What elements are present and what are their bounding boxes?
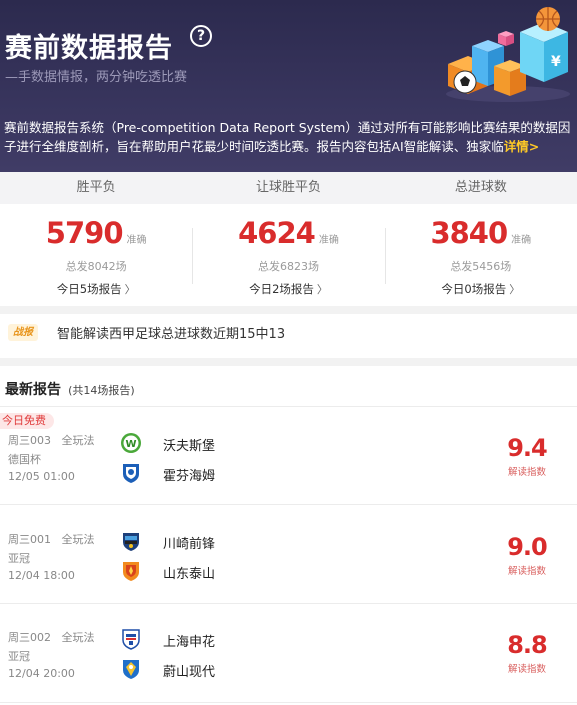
today-report-link[interactable]: 今日0场报告〉	[385, 281, 577, 297]
stat-total: 总发6823场	[257, 260, 319, 273]
stat-label-handicap: 让球胜平负	[255, 180, 321, 195]
away-team-name: 蔚山现代	[163, 665, 216, 680]
match-code-line: 周三003 全玩法	[8, 432, 95, 448]
hoffenheim-logo-icon	[123, 464, 139, 483]
match-play-type: 全玩法	[61, 434, 95, 447]
stat-column-total-goals: 3840 准确 总发5456场 今日0场报告〉	[384, 204, 577, 306]
stat-unit: 准确	[126, 235, 147, 246]
report-description: 赛前数据报告系统（Pre-competition Data Report Sys…	[4, 118, 574, 158]
page-title: 赛前数据报告	[5, 33, 173, 64]
away-team-name: 霍芬海姆	[163, 469, 216, 484]
home-team-name: 沃夫斯堡	[163, 439, 216, 454]
svg-text:¥: ¥	[551, 54, 561, 70]
data-cubes-illustration-icon: ¥	[446, 7, 570, 102]
home-team-name: 川崎前锋	[163, 537, 216, 552]
match-league: 德国杯	[8, 453, 41, 466]
match-code-line: 周三002 全玩法	[8, 629, 95, 645]
today-report-label: 今日5场报告	[56, 282, 122, 296]
news-text[interactable]: 智能解读西甲足球总进球数近期15中13	[57, 323, 285, 342]
match-card[interactable]: 今日免费 周三003 全玩法 德国杯 12/05 01:00 W 沃夫斯堡 霍芬…	[0, 407, 577, 505]
match-code: 周三001	[8, 533, 51, 546]
help-icon[interactable]: ?	[190, 25, 212, 47]
match-code-line: 周三001 全玩法	[8, 531, 95, 547]
home-team: 川崎前锋	[120, 530, 320, 554]
match-time: 12/04 20:00	[8, 667, 75, 680]
stats-panel: 5790 准确 总发8042场 今日5场报告〉 4624 准确 总发6823场 今日…	[0, 204, 577, 306]
home-team-name: 上海申花	[163, 635, 216, 650]
free-badge: 今日免费	[0, 413, 54, 429]
page-subtitle: —手数据情报，两分钟吃透比赛	[5, 70, 188, 85]
stat-value: 4624	[238, 216, 316, 250]
svg-text:W: W	[125, 439, 136, 450]
section-divider	[0, 358, 577, 366]
ulsan-logo-icon	[123, 660, 139, 679]
score-value: 9.4	[507, 434, 548, 462]
stat-unit: 准确	[318, 235, 339, 246]
wolfsburg-logo-icon: W	[121, 433, 141, 453]
match-code: 周三002	[8, 631, 51, 644]
match-code: 周三003	[8, 434, 51, 447]
latest-reports-count: (共14场报告)	[68, 384, 135, 397]
match-league: 亚冠	[8, 650, 30, 663]
match-league: 亚冠	[8, 552, 30, 565]
match-time: 12/04 18:00	[8, 569, 75, 582]
chevron-right-icon: 〉	[316, 283, 328, 296]
match-time: 12/05 01:00	[8, 470, 75, 483]
score-label: 解读指数	[507, 467, 546, 478]
match-play-type: 全玩法	[61, 533, 95, 546]
stat-unit: 准确	[511, 235, 532, 246]
stat-total: 总发5456场	[450, 260, 512, 273]
chevron-right-icon: 〉	[509, 283, 521, 296]
today-report-label: 今日0场报告	[441, 282, 507, 296]
stat-value: 5790	[45, 216, 124, 250]
description-text: 赛前数据报告系统（Pre-competition Data Report Sys…	[4, 120, 571, 154]
interpretation-score: 9.4 解读指数	[501, 434, 553, 478]
details-link[interactable]: 详情>	[504, 139, 539, 154]
stats-header: 胜平负 让球胜平负 总进球数	[0, 172, 577, 204]
latest-reports-header: 最新报告 (共14场报告)	[5, 379, 135, 399]
score-value: 9.0	[507, 533, 548, 561]
away-team: 霍芬海姆	[120, 462, 320, 486]
today-report-link[interactable]: 今日5场报告〉	[0, 281, 192, 297]
stat-label-total-goals: 总进球数	[454, 180, 507, 195]
match-play-type: 全玩法	[61, 631, 95, 644]
stat-column-wdl: 5790 准确 总发8042场 今日5场报告〉	[0, 204, 192, 306]
away-team-name: 山东泰山	[163, 567, 216, 582]
home-team: 上海申花	[120, 628, 320, 652]
score-label: 解读指数	[507, 664, 546, 675]
news-ticker[interactable]: 战报 智能解读西甲足球总进球数近期15中13	[0, 314, 577, 358]
stat-label-wdl: 胜平负	[76, 180, 116, 195]
shenhua-logo-icon	[122, 629, 140, 650]
stat-value: 3840	[430, 216, 508, 250]
away-team: 蔚山现代	[120, 658, 320, 682]
latest-reports-title: 最新报告	[5, 382, 61, 398]
today-report-link[interactable]: 今日2场报告〉	[192, 281, 384, 297]
interpretation-score: 9.0 解读指数	[501, 533, 553, 577]
report-header: 赛前数据报告 ? —手数据情报，两分钟吃透比赛 ¥ 赛前数据报告系统（Pre-c…	[0, 0, 577, 172]
shandong-logo-icon	[123, 562, 139, 581]
stat-total: 总发8042场	[65, 260, 127, 273]
interpretation-score: 8.8 解读指数	[501, 631, 553, 675]
stat-column-handicap: 4624 准确 总发6823场 今日2场报告〉	[192, 204, 384, 306]
kawasaki-logo-icon	[123, 533, 139, 551]
chevron-right-icon: 〉	[124, 283, 136, 296]
away-team: 山东泰山	[120, 560, 320, 584]
score-label: 解读指数	[507, 566, 546, 577]
match-card[interactable]: 周三001 全玩法 亚冠 12/04 18:00 川崎前锋 山东泰山 9.0 解…	[0, 506, 577, 604]
section-divider	[0, 306, 577, 314]
score-value: 8.8	[507, 631, 548, 659]
match-card[interactable]: 周三002 全玩法 亚冠 12/04 20:00 上海申花 蔚山现代 8.8 解…	[0, 605, 577, 703]
today-report-label: 今日2场报告	[249, 282, 314, 296]
home-team: W 沃夫斯堡	[120, 432, 320, 456]
news-tag: 战报	[8, 324, 38, 341]
